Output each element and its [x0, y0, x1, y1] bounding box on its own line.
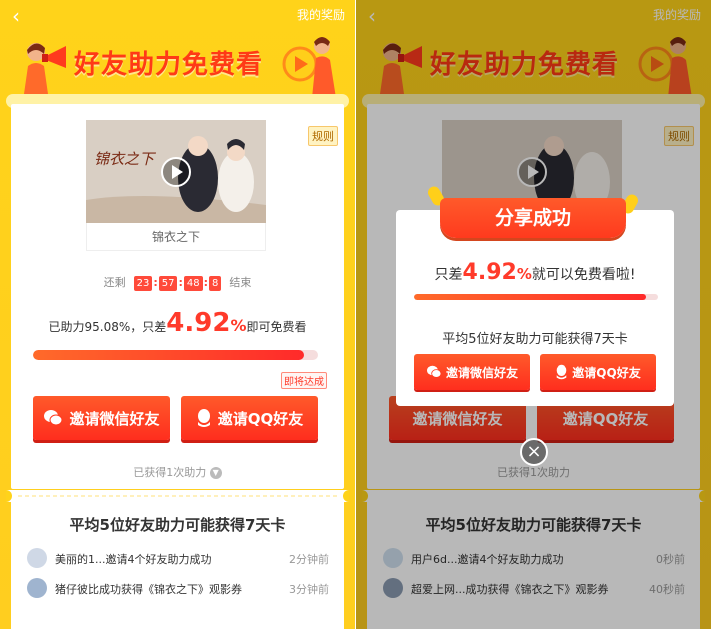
share-success-ribbon: 分享成功 [440, 198, 626, 238]
feed-row: 美丽的1...邀请4个好友助力成功 2分钟前 [27, 548, 329, 570]
modal-avg-text: 平均5位好友助力可能获得7天卡 [442, 332, 628, 347]
modal-text-suffix: 就可以免费看啦! [531, 267, 636, 283]
avg-reward-text: 平均5位好友助力可能获得7天卡 [69, 516, 286, 534]
countdown-hours: 23 [133, 276, 153, 291]
modal-progress-fill [414, 294, 646, 300]
avatar [27, 578, 47, 598]
modal-remaining-pct: % [516, 265, 532, 283]
remaining-number: 4.92 [166, 308, 231, 338]
feed-time: 3分钟前 [289, 583, 329, 596]
invite-wechat-label: 邀请微信好友 [69, 409, 160, 428]
close-icon[interactable]: × [520, 438, 548, 466]
progress-bar-fill [33, 350, 304, 360]
helps-received-label: 已获得1次助力 [133, 466, 207, 479]
modal-remaining-number: 4.92 [462, 260, 517, 285]
modal-progress-bar [414, 294, 658, 300]
progress-suffix: 即可免费看 [246, 320, 307, 334]
main-card: 规则 锦衣之下 锦衣之下 还剩 23:57:48:8 结束 已助力95.08%，… [11, 104, 344, 489]
avatar [27, 548, 47, 568]
feed-text: 美丽的1...邀请4个好友助力成功 [55, 553, 212, 566]
chevron-down-icon: ▼ [209, 467, 222, 479]
countdown-ms: 8 [209, 276, 222, 291]
poster-caption: 锦衣之下 [86, 223, 266, 251]
countdown: 还剩 23:57:48:8 结束 [103, 276, 252, 291]
countdown-seconds: 48 [183, 276, 203, 291]
qq-icon [197, 409, 210, 427]
countdown-prefix: 还剩 [103, 276, 126, 289]
play-figure-icon [282, 37, 336, 98]
share-success-modal: 只差4.92%就可以免费看啦! 平均5位好友助力可能获得7天卡 邀请微信好友 邀… [396, 210, 674, 406]
wechat-icon [426, 365, 442, 378]
modal-invite-qq-button[interactable]: 邀请QQ好友 [540, 354, 656, 390]
countdown-suffix: 结束 [229, 276, 252, 289]
drama-poster[interactable]: 锦衣之下 [86, 120, 266, 223]
megaphone-figure-icon [24, 43, 66, 94]
progress-text: 已助力95.08%，只差4.92%即可免费看 [11, 308, 344, 338]
invite-qq-button[interactable]: 邀请QQ好友 [181, 396, 318, 440]
modal-invite-wechat-label: 邀请微信好友 [445, 365, 518, 380]
my-rewards-link[interactable]: 我的奖励 [297, 6, 345, 23]
modal-text-prefix: 只差 [434, 267, 463, 283]
progress-bar [33, 350, 318, 360]
wechat-icon [44, 410, 63, 426]
countdown-minutes: 57 [158, 276, 178, 291]
helps-received[interactable]: 已获得1次助力 ▼ [11, 464, 344, 480]
qq-icon [556, 364, 567, 380]
right-screen: ‹ 我的奖励 好友助力免费看 规则 邀请微信好友 邀请QQ好友 已获得1次助力 … [356, 0, 711, 629]
modal-progress-text: 只差4.92%就可以免费看啦! [396, 260, 674, 285]
poster-title: 锦衣之下 [94, 150, 155, 168]
almost-badge: 即将达成 [281, 372, 327, 389]
remaining-pct: % [230, 316, 247, 335]
progress-prefix: 已助力95.08%，只差 [48, 320, 167, 334]
invite-qq-label: 邀请QQ好友 [217, 409, 304, 428]
page-title: 好友助力免费看 [74, 50, 264, 80]
feed-card: 平均5位好友助力可能获得7天卡 美丽的1...邀请4个好友助力成功 2分钟前 猪… [11, 500, 344, 629]
feed-text: 猪仔彼比成功获得《锦衣之下》观影券 [55, 583, 242, 596]
feed-time: 2分钟前 [289, 553, 329, 566]
rules-button[interactable]: 规则 [308, 126, 338, 146]
modal-invite-wechat-button[interactable]: 邀请微信好友 [414, 354, 530, 390]
modal-invite-qq-label: 邀请QQ好友 [572, 365, 641, 380]
left-screen: ‹ 我的奖励 好友助力免费看 规则 锦衣之下 锦衣之下 还剩 23: 57:… [0, 0, 355, 629]
back-arrow-icon[interactable]: ‹ [12, 4, 20, 28]
invite-wechat-button[interactable]: 邀请微信好友 [33, 396, 170, 440]
feed-row: 猪仔彼比成功获得《锦衣之下》观影券 3分钟前 [27, 578, 329, 600]
